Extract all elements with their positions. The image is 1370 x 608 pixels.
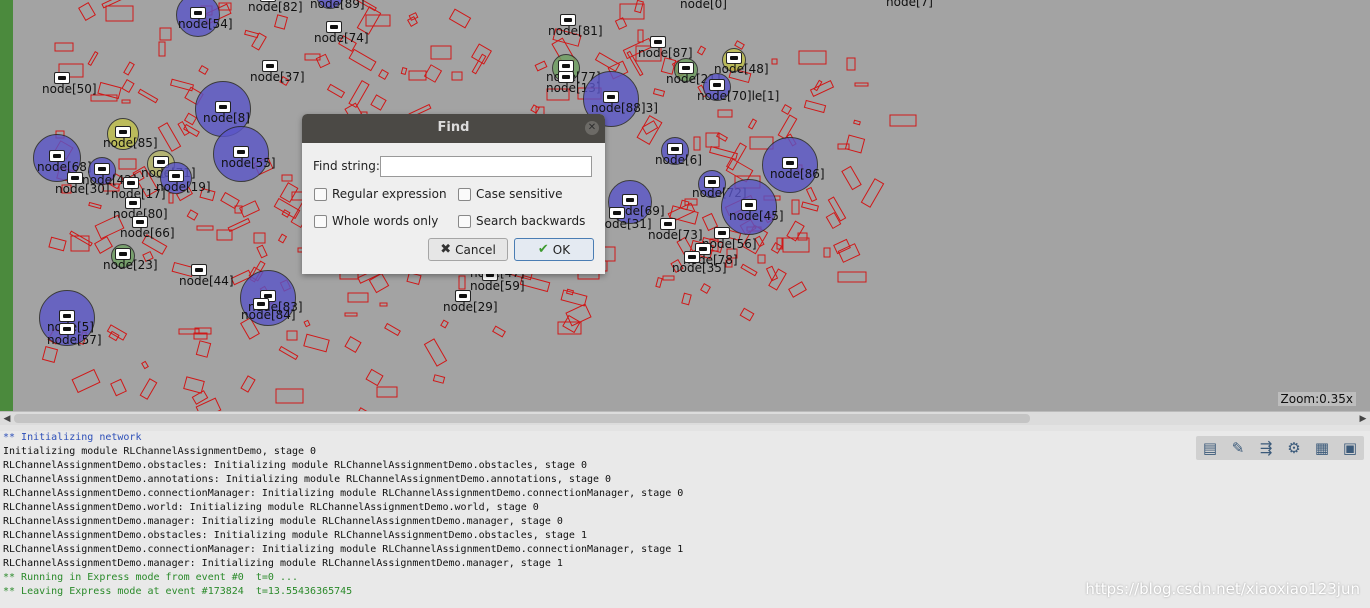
log-line: RLChannelAssignmentDemo.connectionManage…: [3, 544, 684, 555]
zoom-label: Zoom:0.35x: [1277, 392, 1356, 406]
node-label: node[30]: [55, 182, 110, 196]
log-line: RLChannelAssignmentDemo.manager: Initial…: [3, 516, 563, 527]
node-label: node[44]: [179, 274, 234, 288]
node-label: node[45]: [729, 209, 784, 223]
find-dialog: Find ✕ Find string: Regular expression C…: [302, 114, 605, 274]
node-label: node[74]: [314, 31, 369, 45]
log-line: ** Running in Express mode from event #0…: [3, 572, 299, 583]
whole-words-checkbox[interactable]: [314, 215, 327, 228]
node-label: node[35]: [672, 261, 727, 275]
log-line: ** Initializing network: [3, 432, 142, 443]
node-label: node[70]le[1]: [697, 89, 780, 103]
document-icon[interactable]: ▤: [1196, 436, 1224, 460]
search-backwards-checkbox[interactable]: [458, 215, 471, 228]
regular-expression-label[interactable]: Regular expression: [332, 187, 447, 201]
ok-button[interactable]: ✔ OK: [514, 238, 594, 261]
canvas-left-border: [0, 0, 13, 411]
log-line: RLChannelAssignmentDemo.connectionManage…: [3, 488, 684, 499]
node-label: node[29]: [443, 300, 498, 314]
node-label: node[37]: [250, 70, 305, 84]
node-label: node[82]: [248, 0, 303, 14]
node-label: node[85]: [103, 136, 158, 150]
log-line: RLChannelAssignmentDemo.obstacles: Initi…: [3, 460, 587, 471]
watermark: https://blog.csdn.net/xiaoxiao123jun: [1085, 580, 1360, 598]
scroll-right-icon[interactable]: ▶: [1357, 412, 1369, 426]
log-line: RLChannelAssignmentDemo.annotations: Ini…: [3, 474, 612, 485]
network-canvas[interactable]: node[54] node[82] node[89] node[74] node[0] n…: [0, 0, 1370, 411]
cancel-button[interactable]: ✖ Cancel: [428, 238, 508, 261]
find-string-label: Find string:: [313, 159, 380, 173]
step-icon[interactable]: ⇶: [1252, 436, 1280, 460]
find-string-input[interactable]: [380, 156, 592, 177]
pin-icon[interactable]: ✎: [1224, 436, 1252, 460]
node-label: node[88]3]: [591, 101, 658, 115]
close-icon[interactable]: ✕: [585, 121, 599, 135]
cancel-button-label: Cancel: [455, 242, 496, 257]
node-label: node[59]: [470, 279, 525, 293]
node-label: node[86]: [770, 167, 825, 181]
scroll-left-icon[interactable]: ◀: [1, 412, 13, 426]
log-line: RLChannelAssignmentDemo.obstacles: Initi…: [3, 530, 587, 541]
cancel-x-icon: ✖: [440, 242, 452, 257]
node-label: node[57]: [47, 333, 102, 347]
monitor-icon[interactable]: ▣: [1336, 436, 1364, 460]
search-backwards-label[interactable]: Search backwards: [476, 214, 585, 228]
log-line: ** Leaving Express mode at event #173824…: [3, 586, 353, 597]
gear-icon[interactable]: ⚙: [1280, 436, 1308, 460]
node-label: node[6]: [655, 153, 702, 167]
layout-icon[interactable]: ▦: [1308, 436, 1336, 460]
node-label: node[8]: [203, 111, 250, 125]
node-label: node[23]: [103, 258, 158, 272]
dialog-titlebar[interactable]: Find ✕: [302, 114, 605, 143]
case-sensitive-checkbox[interactable]: [458, 188, 471, 201]
node-label: node[81]: [548, 24, 603, 38]
node-label: node[66]: [120, 226, 175, 240]
node-label: node[68]: [37, 160, 92, 174]
node-label: node[73]: [648, 228, 703, 242]
checkmark-icon: ✔: [537, 242, 549, 257]
ok-button-label: OK: [552, 242, 571, 257]
log-line: Initializing module RLChannelAssignmentD…: [3, 446, 317, 457]
scroll-thumb[interactable]: [14, 414, 1030, 423]
log-line: RLChannelAssignmentDemo.manager: Initial…: [3, 558, 563, 569]
node-label: node[7]: [886, 0, 933, 9]
whole-words-label[interactable]: Whole words only: [332, 214, 438, 228]
node-label: node[0]: [680, 0, 727, 11]
horizontal-scrollbar[interactable]: ◀ ▶: [0, 411, 1370, 426]
node-label: node[54]: [178, 17, 233, 31]
case-sensitive-label[interactable]: Case sensitive: [476, 187, 563, 201]
dialog-title: Find: [437, 120, 470, 135]
node-label: node[89]: [310, 0, 365, 11]
log-line: RLChannelAssignmentDemo.world: Initializ…: [3, 502, 539, 513]
node-label: node[31]: [597, 217, 652, 231]
node-label: node[84]: [241, 308, 296, 322]
node-label: node[50]: [42, 82, 97, 96]
node-label: node[55]: [221, 156, 276, 170]
regular-expression-checkbox[interactable]: [314, 188, 327, 201]
log-toolbar: ▤ ✎ ⇶ ⚙ ▦ ▣: [1196, 436, 1364, 460]
